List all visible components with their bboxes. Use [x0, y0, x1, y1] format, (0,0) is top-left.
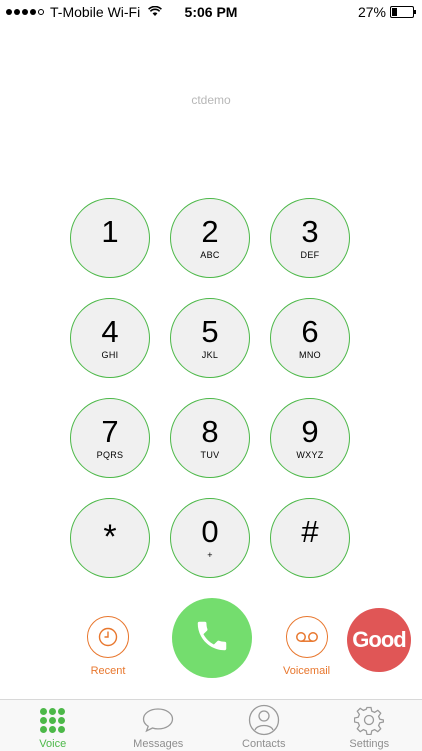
voicemail-button[interactable]: Voicemail [283, 616, 330, 677]
key-2[interactable]: 2ABC [170, 198, 250, 278]
account-label: ctdemo [0, 93, 422, 107]
voicemail-icon [286, 616, 328, 658]
tab-label-contacts: Contacts [242, 738, 285, 750]
dial-pad: 1 2ABC 3DEF 4GHI 5JKL 6MNO 7PQRS 8TUV 9W… [70, 198, 352, 578]
tab-settings[interactable]: Settings [317, 700, 422, 751]
tab-bar: Voice Messages Contacts Settings [0, 699, 422, 751]
key-3[interactable]: 3DEF [270, 198, 350, 278]
battery-icon [390, 6, 414, 18]
tab-voice[interactable]: Voice [0, 700, 106, 751]
key-star[interactable]: * [70, 498, 150, 578]
tab-label-settings: Settings [349, 738, 389, 750]
key-1[interactable]: 1 [70, 198, 150, 278]
dialpad-icon [40, 708, 65, 733]
chat-bubble-icon [141, 705, 175, 735]
status-badge[interactable]: Good [347, 608, 411, 672]
status-bar: T-Mobile Wi-Fi 5:06 PM 27% [0, 0, 422, 24]
tab-contacts[interactable]: Contacts [211, 700, 317, 751]
recent-label: Recent [91, 665, 126, 677]
recent-button[interactable]: Recent [87, 616, 129, 677]
key-6[interactable]: 6MNO [270, 298, 350, 378]
key-8[interactable]: 8TUV [170, 398, 250, 478]
tab-label-messages: Messages [133, 738, 183, 750]
battery-percent: 27% [358, 4, 386, 20]
tab-messages[interactable]: Messages [106, 700, 212, 751]
key-7[interactable]: 7PQRS [70, 398, 150, 478]
key-9[interactable]: 9WXYZ [270, 398, 350, 478]
phone-icon [193, 617, 231, 660]
call-button[interactable] [172, 598, 252, 678]
key-4[interactable]: 4GHI [70, 298, 150, 378]
person-icon [248, 705, 280, 735]
key-0[interactable]: 0+ [170, 498, 250, 578]
key-5[interactable]: 5JKL [170, 298, 250, 378]
tab-label-voice: Voice [39, 738, 66, 750]
gear-icon [354, 705, 384, 735]
voicemail-label: Voicemail [283, 665, 330, 677]
key-hash[interactable]: # [270, 498, 350, 578]
clock-icon [87, 616, 129, 658]
